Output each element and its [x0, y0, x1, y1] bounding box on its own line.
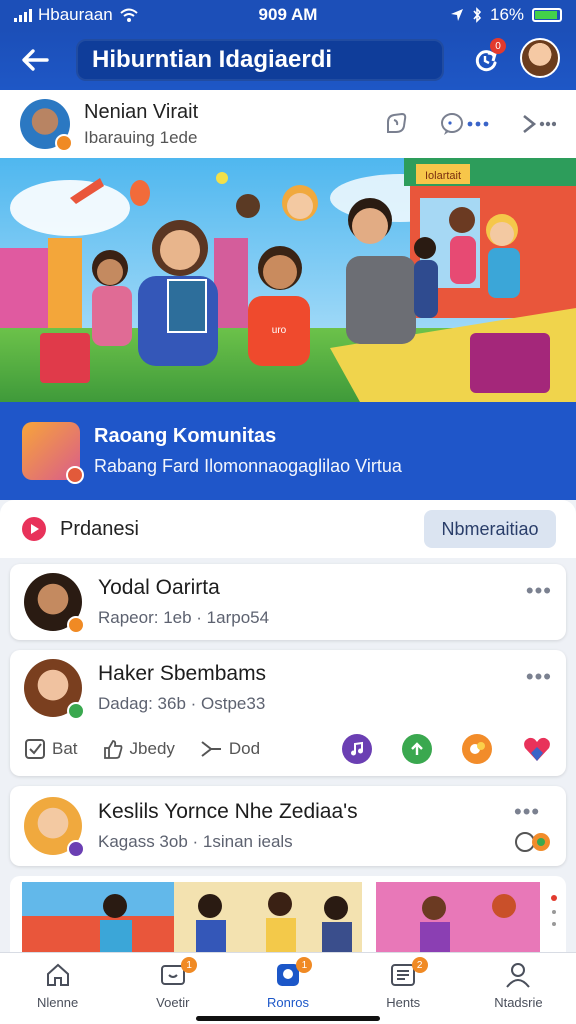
notification-badge: 0 [490, 38, 506, 54]
share-more-button[interactable] [520, 110, 556, 138]
author-subtitle: Ibarauing 1ede [84, 127, 198, 147]
author-avatar[interactable] [20, 99, 73, 152]
avatar-status-badge [67, 616, 85, 634]
chat-reaction-button[interactable] [462, 734, 492, 764]
card-author-name[interactable]: Haker Sbembams [98, 662, 526, 686]
card-avatar[interactable] [24, 797, 85, 858]
home-indicator[interactable] [196, 1016, 380, 1021]
avatar-status-badge [67, 840, 85, 858]
chat-bubbles-icon [470, 742, 485, 754]
card-author-name[interactable]: Yodal Oarirta [98, 576, 526, 600]
community-badge [66, 466, 84, 484]
feed-card[interactable]: Yodal Oarirta Rapeor: 1eb · 1arpo54 ••• [10, 564, 566, 640]
status-time: 909 AM [258, 5, 318, 24]
card-avatar[interactable] [24, 573, 85, 634]
community-subtitle: Rabang Fard Ilomonnaogaglilao Virtua [94, 456, 402, 476]
nav-label: Voetir [156, 995, 190, 1010]
notifications-button[interactable]: 0 [466, 38, 506, 80]
arrow-up-icon [411, 742, 423, 755]
nav-badge: 1 [181, 957, 198, 973]
location-icon [450, 9, 463, 21]
more-options-icon[interactable]: ••• [526, 664, 552, 690]
user-avatar[interactable] [520, 38, 560, 78]
media-preview-card[interactable] [10, 876, 566, 952]
post-author-row: Nenian Virait Ibarauing 1ede [0, 90, 576, 158]
media-thumbnails [22, 882, 557, 952]
page-title[interactable]: Hiburntian Idagiaerdi [76, 39, 444, 81]
nav-groups[interactable]: 1 Ronros [230, 953, 345, 1024]
section-header: Prdanesi Nbmeraitiao [0, 500, 576, 558]
bottom-navigation: Nlenne 1 Voetir 1 Ronros 2 Hents Ntadsri… [0, 952, 576, 1024]
action-label: Jbedy [129, 739, 175, 758]
card-meta: Dadag: 36b · Ostpe33 [98, 694, 266, 713]
reaction-bar [342, 734, 552, 764]
card-actions: Bat Jbedy Dod [10, 726, 566, 772]
feed-card[interactable]: Haker Sbembams Dadag: 36b · Ostpe33 ••• … [10, 650, 566, 776]
nav-label: Ntadsrie [494, 995, 543, 1010]
app-bar: Hiburntian Idagiaerdi 0 [0, 30, 576, 90]
card-avatar[interactable] [24, 659, 85, 720]
chevron-right-more-icon [523, 114, 556, 134]
play-heart-icon [22, 517, 46, 541]
comment-button[interactable] [440, 110, 490, 138]
checkbox-icon [25, 739, 45, 759]
nav-home[interactable]: Nlenne [0, 953, 115, 1024]
nav-video[interactable]: 1 Voetir [115, 953, 230, 1024]
carrier-name: Hbauraan [38, 5, 113, 24]
community-title: Raoang Komunitas [94, 425, 277, 447]
hero-shirt-text: uro [272, 325, 287, 336]
feed-card[interactable]: Keslils Yornce Nhe Zediaa's Kagass 3ob ·… [10, 786, 566, 866]
thumbs-up-icon [103, 740, 122, 759]
like-action-button[interactable]: Jbedy [102, 738, 175, 760]
music-note-icon [351, 741, 363, 756]
nav-badge: 1 [296, 957, 313, 973]
nav-label: Ronros [267, 995, 309, 1010]
section-action-button[interactable]: Nbmeraitiao [424, 510, 556, 548]
bluetooth-icon [473, 7, 482, 23]
upvote-reaction-button[interactable] [402, 734, 432, 764]
profile-icon [506, 963, 531, 988]
back-button[interactable] [12, 37, 58, 83]
section-title: Prdanesi [60, 517, 139, 540]
wifi-icon [120, 8, 138, 22]
share-action-button[interactable]: Dod [199, 738, 260, 760]
heart-icon [524, 737, 550, 761]
action-label: Dod [228, 739, 261, 758]
status-bar: Hbauraan 909 AM 16% [0, 0, 576, 30]
share-icon [201, 741, 221, 757]
community-thumbnail [22, 422, 84, 484]
action-label: Bat [52, 739, 78, 758]
hand-icon [387, 112, 407, 133]
hero-illustration[interactable]: Iolartait uro [0, 158, 576, 402]
like-button[interactable] [382, 110, 410, 138]
arrow-left-icon [22, 49, 49, 71]
more-options-icon[interactable]: ••• [526, 578, 552, 604]
battery-percent: 16% [489, 5, 525, 24]
card-meta: Rapeor: 1eb · 1arpo54 [98, 608, 270, 627]
battery-icon [532, 8, 563, 22]
heart-reaction-button[interactable] [522, 734, 552, 764]
nav-list[interactable]: 2 Hents [346, 953, 461, 1024]
hero-image: Iolartait uro [0, 158, 576, 402]
author-name[interactable]: Nenian Virait [84, 101, 382, 124]
nav-label: Nlenne [37, 995, 79, 1010]
more-options-icon[interactable]: ••• [514, 799, 540, 825]
music-reaction-button[interactable] [342, 734, 372, 764]
chat-bubble-icon [441, 113, 489, 135]
nav-label: Hents [386, 995, 421, 1010]
card-meta: Kagass 3ob · 1sinan ieals [98, 832, 293, 851]
card-author-name[interactable]: Keslils Yornce Nhe Zediaa's [98, 800, 514, 824]
nav-profile[interactable]: Ntadsrie [461, 953, 576, 1024]
signal-icon [14, 8, 32, 22]
home-icon [46, 963, 69, 986]
community-banner[interactable]: Raoang Komunitas Rabang Fard Ilomonnaoga… [0, 402, 576, 500]
author-status-badge [55, 134, 73, 152]
hero-banner-text: Iolartait [425, 170, 461, 182]
avatar-status-badge [67, 702, 85, 720]
checkbox-action-button[interactable]: Bat [24, 738, 78, 760]
nav-badge: 2 [411, 957, 428, 973]
people-badge-icon [515, 832, 550, 852]
